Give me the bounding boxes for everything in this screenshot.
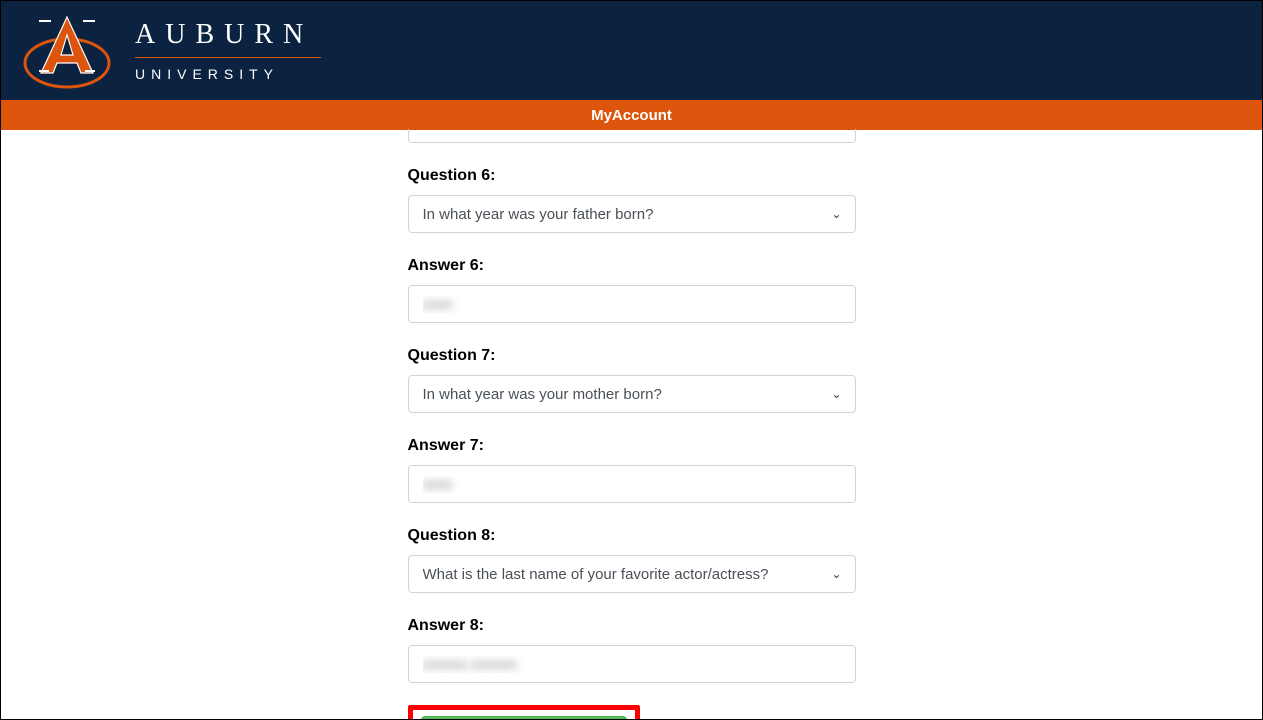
question-6-select[interactable]: In what year was your father born? bbox=[408, 195, 856, 233]
question-8-select-wrap: What is the last name of your favorite a… bbox=[408, 555, 856, 593]
navbar-label[interactable]: MyAccount bbox=[591, 107, 672, 124]
update-row: Update bbox=[408, 705, 856, 720]
update-button[interactable]: Update bbox=[421, 716, 627, 720]
brand-name: AUBURN bbox=[135, 19, 321, 51]
question-8-select[interactable]: What is the last name of your favorite a… bbox=[408, 555, 856, 593]
question-7-label: Question 7: bbox=[408, 347, 856, 365]
form-column: Question 6: In what year was your father… bbox=[408, 130, 856, 720]
question-7-select-wrap: In what year was your mother born? ⌄ bbox=[408, 375, 856, 413]
brand-sub: UNIVERSITY bbox=[135, 66, 321, 82]
answer-8-input[interactable] bbox=[408, 645, 856, 683]
question-6-label: Question 6: bbox=[408, 167, 856, 185]
answer-7-input[interactable] bbox=[408, 465, 856, 503]
navbar[interactable]: MyAccount bbox=[1, 100, 1262, 130]
answer-7-label: Answer 7: bbox=[408, 437, 856, 455]
site-header: AUBURN UNIVERSITY bbox=[1, 1, 1262, 100]
logo-wrap: AUBURN UNIVERSITY bbox=[21, 13, 321, 89]
answer-6-label: Answer 6: bbox=[408, 257, 856, 275]
answer-8-label: Answer 8: bbox=[408, 617, 856, 635]
content: Question 6: In what year was your father… bbox=[1, 130, 1262, 720]
viewport: AUBURN UNIVERSITY MyAccount Question 6: … bbox=[0, 0, 1263, 720]
question-7-select[interactable]: In what year was your mother born? bbox=[408, 375, 856, 413]
update-highlight-box: Update bbox=[408, 705, 640, 720]
brand-divider bbox=[135, 57, 321, 58]
answer-6-input[interactable] bbox=[408, 285, 856, 323]
question-6-select-wrap: In what year was your father born? ⌄ bbox=[408, 195, 856, 233]
auburn-logo-icon bbox=[21, 13, 113, 89]
partial-input-above bbox=[408, 129, 856, 143]
question-8-label: Question 8: bbox=[408, 527, 856, 545]
brand-text: AUBURN UNIVERSITY bbox=[135, 19, 321, 82]
